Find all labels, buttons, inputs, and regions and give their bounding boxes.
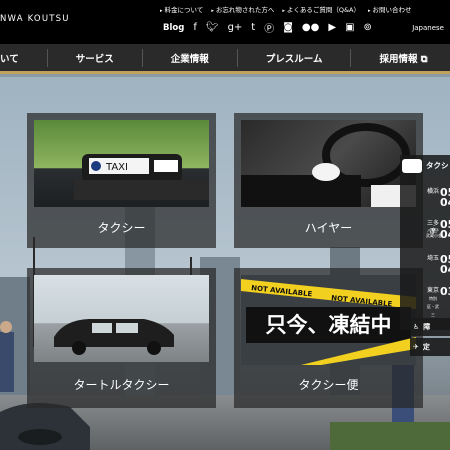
fare-value: 05 04 — [440, 253, 450, 276]
accessibility-label: 障 — [423, 323, 431, 331]
service-card-hire[interactable]: ハイヤー — [234, 113, 423, 248]
taxi-side-icon — [402, 159, 422, 173]
card-label-taxi-delivery: タクシー便 — [298, 378, 359, 392]
top-bar: NWA KOUTSU 料金について お忘れ物された方へ よくあるご質問（Q&A）… — [0, 0, 450, 44]
fare-side-panel[interactable]: タクシ 横浜 05 04 三多摩 八王子 武蔵小金 05 04 埼玉 05 04… — [400, 155, 450, 330]
social-links: Blog f 🐦︎ g+ t Ⓟ ◙ ●● ▶ ▣ ⊚ — [163, 20, 372, 35]
top-links: 料金について お忘れ物された方へ よくあるご質問（Q&A） お問い合わせ — [160, 4, 412, 14]
top-link-contact[interactable]: お問い合わせ — [368, 4, 412, 14]
card-label-hire: ハイヤー — [304, 221, 353, 235]
niconico-icon[interactable]: ▣ — [345, 22, 354, 33]
turtle-taxi-image — [34, 275, 209, 362]
tripadvisor-icon[interactable]: ⊚ — [364, 22, 372, 33]
hire-image — [241, 120, 416, 207]
blog-link[interactable]: Blog — [163, 23, 184, 33]
fare-place: 東京 — [426, 287, 439, 294]
nav-item-recruit[interactable]: 採用情報 ⧉ — [351, 49, 450, 67]
accessibility-button[interactable]: ♿︎ 障 — [410, 318, 450, 336]
top-link-fares[interactable]: 料金について — [160, 4, 204, 14]
card-label-turtle-taxi: タートルタクシー — [73, 378, 170, 392]
language-selector[interactable]: Japanese — [412, 24, 444, 32]
fare-value: 05 04 — [440, 186, 450, 209]
top-link-faq[interactable]: よくあるご質問（Q&A） — [282, 4, 360, 14]
instagram-icon[interactable]: ◙ — [283, 22, 293, 33]
fare-value: 03 — [440, 285, 450, 298]
nav-item-press[interactable]: プレスルーム — [238, 48, 352, 67]
taxi-sign-text: TAXI — [105, 162, 128, 173]
airplane-icon: ✈ — [413, 343, 419, 351]
main-nav: いて サービス 企業情報 プレスルーム 採用情報 ⧉ — [0, 44, 450, 74]
tumblr-icon[interactable]: t — [251, 22, 255, 33]
top-link-lost-items[interactable]: お忘れ物された方へ — [211, 4, 275, 14]
service-card-turtle-taxi[interactable]: タートルタクシー — [27, 268, 216, 408]
nav-item-company[interactable]: 企業情報 — [143, 48, 238, 67]
fare-place: 埼玉 — [426, 255, 439, 262]
card-label-taxi: タクシー — [97, 221, 146, 235]
taxi-delivery-image: NOT AVAILABLE NOT AVAILABLE 只今、凍結中 — [241, 275, 416, 365]
frozen-notice: 只今、凍結中 — [265, 312, 392, 337]
service-card-taxi[interactable]: TAXI タクシー — [27, 113, 216, 248]
nav-item-about[interactable]: いて — [0, 48, 48, 67]
service-card-taxi-delivery[interactable]: NOT AVAILABLE NOT AVAILABLE 只今、凍結中 タクシー便 — [234, 268, 423, 408]
twitter-icon[interactable]: 🐦︎ — [206, 22, 219, 33]
fixed-fare-label: 定 — [422, 343, 430, 351]
googleplus-icon[interactable]: g+ — [228, 22, 243, 33]
site-logo[interactable]: NWA KOUTSU — [0, 14, 70, 24]
pinterest-icon[interactable]: Ⓟ — [264, 20, 274, 35]
flickr-icon[interactable]: ●● — [302, 22, 319, 33]
nav-item-services[interactable]: サービス — [48, 48, 143, 67]
accessibility-icon: ♿︎ — [413, 323, 420, 331]
fare-value: 05 04 — [440, 218, 450, 241]
fare-place-sub: 八王子 武蔵小金 — [426, 228, 442, 238]
youtube-icon[interactable]: ▶ — [328, 22, 336, 33]
fixed-fare-button[interactable]: ✈ 定 — [410, 338, 450, 356]
fare-place: 横浜 — [426, 188, 439, 195]
fare-place-sub: 特別区・武三 — [427, 296, 439, 317]
taxi-image: TAXI — [34, 120, 209, 207]
facebook-icon[interactable]: f — [193, 22, 197, 33]
